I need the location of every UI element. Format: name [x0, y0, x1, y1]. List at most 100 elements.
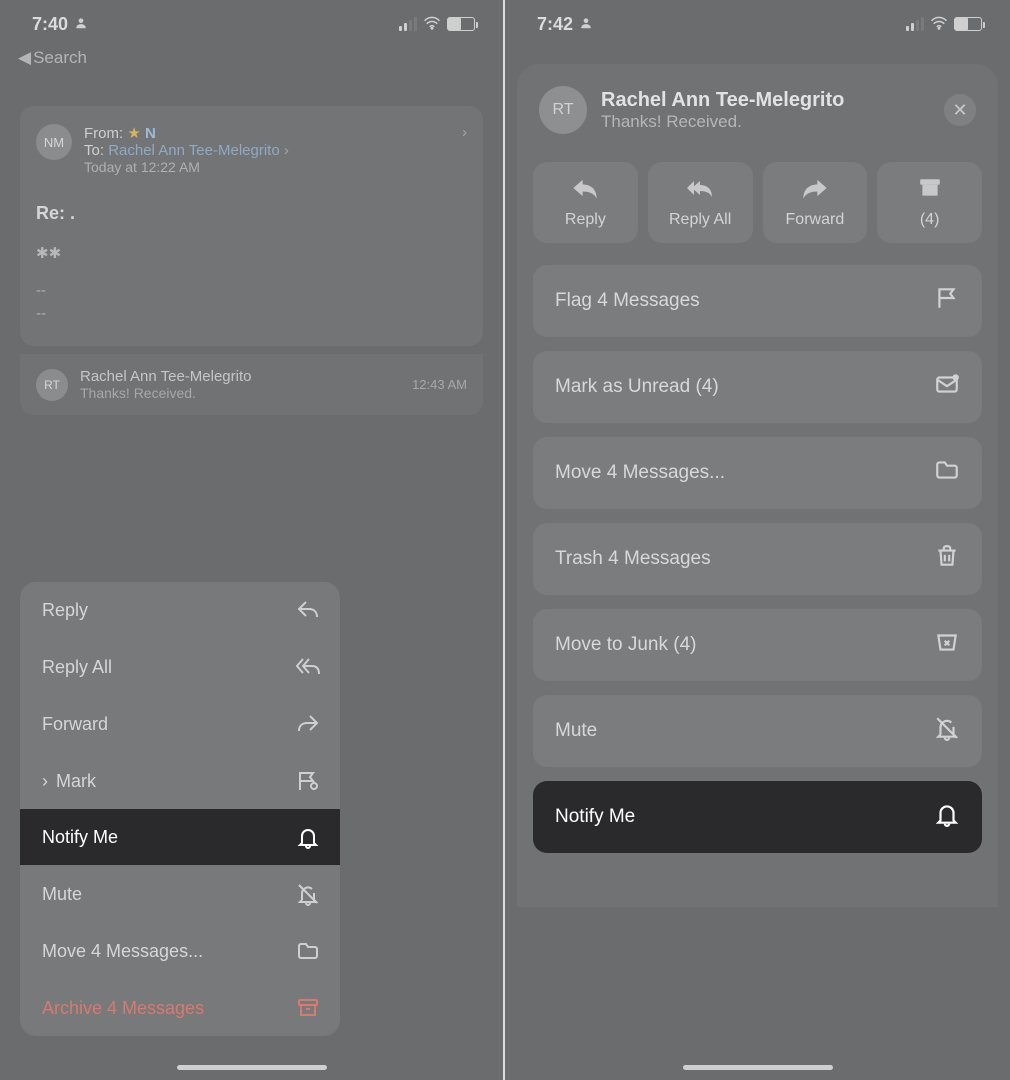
battery-icon	[447, 17, 475, 31]
thread-avatar: RT	[36, 369, 68, 401]
action-label: Reply	[565, 211, 606, 229]
reply-icon	[571, 176, 599, 205]
action-mute[interactable]: Mute	[533, 695, 982, 767]
forward-icon	[296, 712, 320, 736]
bell-off-icon	[934, 715, 960, 747]
thread-time: 12:43 AM	[412, 377, 467, 392]
right-screenshot: 7:42 RT Rachel Ann Tee-Melegrito Thanks!…	[505, 0, 1010, 1080]
contact-name: Rachel Ann Tee-Melegrito	[601, 89, 944, 112]
flag-icon	[296, 769, 320, 793]
junk-icon	[934, 629, 960, 661]
from-name: N	[145, 125, 156, 142]
action-label: Flag 4 Messages	[555, 290, 700, 312]
signal-icon	[906, 17, 924, 31]
action-label: Forward	[786, 211, 845, 229]
from-label: From:	[84, 125, 123, 142]
back-button[interactable]: ◀ Search	[0, 48, 503, 76]
wifi-icon	[423, 14, 441, 35]
to-label: To:	[84, 142, 104, 159]
home-indicator[interactable]	[177, 1065, 327, 1070]
action-label: Move 4 Messages...	[555, 462, 725, 484]
chevron-right-icon: ›	[284, 142, 289, 159]
bell-icon	[296, 825, 320, 849]
menu-label: Mute	[42, 884, 82, 905]
location-person-icon	[74, 14, 88, 35]
status-time: 7:40	[32, 14, 68, 35]
menu-reply-all[interactable]: Reply All	[20, 638, 340, 695]
battery-icon	[954, 17, 982, 31]
action-move-messages[interactable]: Move 4 Messages...	[533, 437, 982, 509]
menu-label: Forward	[42, 714, 108, 735]
action-mark-unread[interactable]: Mark as Unread (4)	[533, 351, 982, 423]
email-card[interactable]: NM From: ★ N To: Rachel Ann Tee-Melegrit…	[20, 106, 483, 346]
reply-all-icon	[296, 655, 320, 679]
menu-label: Notify Me	[42, 827, 118, 848]
menu-label: Mark	[56, 771, 96, 792]
bell-icon	[934, 801, 960, 833]
email-body-preview: --	[36, 282, 467, 299]
action-forward[interactable]: Forward	[763, 162, 868, 243]
action-archive[interactable]: (4)	[877, 162, 982, 243]
archive-icon	[296, 996, 320, 1020]
action-label: Trash 4 Messages	[555, 548, 711, 570]
close-icon: ✕	[952, 100, 967, 121]
archive-icon	[916, 176, 944, 205]
menu-archive-messages[interactable]: Archive 4 Messages	[20, 979, 340, 1036]
action-notify-me[interactable]: Notify Me	[533, 781, 982, 853]
signal-icon	[399, 17, 417, 31]
menu-reply[interactable]: Reply	[20, 582, 340, 638]
action-flag[interactable]: Flag 4 Messages	[533, 265, 982, 337]
action-label: (4)	[920, 211, 940, 229]
chevron-right-icon: ›	[462, 124, 467, 141]
reply-all-icon	[686, 176, 714, 205]
menu-notify-me[interactable]: Notify Me	[20, 809, 340, 865]
action-trash-messages[interactable]: Trash 4 Messages	[533, 523, 982, 595]
folder-icon	[296, 939, 320, 963]
sender-avatar: NM	[36, 124, 72, 160]
email-body-preview: --	[36, 305, 467, 322]
action-reply[interactable]: Reply	[533, 162, 638, 243]
thread-reply-item[interactable]: RT Rachel Ann Tee-Melegrito Thanks! Rece…	[20, 354, 483, 415]
forward-icon	[801, 176, 829, 205]
thread-snippet: Thanks! Received.	[80, 385, 412, 401]
menu-move-messages[interactable]: Move 4 Messages...	[20, 922, 340, 979]
menu-label: Reply All	[42, 657, 112, 678]
back-label: Search	[33, 48, 87, 68]
status-bar: 7:40	[0, 0, 503, 48]
email-body-preview: ✱✱	[36, 244, 467, 262]
location-person-icon	[579, 14, 593, 35]
action-label: Reply All	[669, 211, 731, 229]
context-menu: Reply Reply All Forward › Mark Notify Me…	[20, 582, 340, 1036]
status-time: 7:42	[537, 14, 573, 35]
left-screenshot: 7:40 ◀ Search NM From: ★ N To:	[0, 0, 505, 1080]
close-button[interactable]: ✕	[944, 94, 976, 126]
chevron-left-icon: ◀	[18, 48, 31, 68]
menu-forward[interactable]: Forward	[20, 695, 340, 752]
chevron-right-icon: ›	[42, 771, 48, 792]
folder-icon	[934, 457, 960, 489]
envelope-icon	[934, 371, 960, 403]
wifi-icon	[930, 14, 948, 35]
reply-icon	[296, 598, 320, 622]
action-reply-all[interactable]: Reply All	[648, 162, 753, 243]
status-bar: 7:42	[505, 0, 1010, 48]
menu-label: Archive 4 Messages	[42, 998, 204, 1019]
contact-avatar: RT	[539, 86, 587, 134]
action-move-to-junk[interactable]: Move to Junk (4)	[533, 609, 982, 681]
menu-mark[interactable]: › Mark	[20, 752, 340, 809]
home-indicator[interactable]	[683, 1065, 833, 1070]
email-subject: Re: .	[36, 203, 467, 224]
action-label: Move to Junk (4)	[555, 634, 697, 656]
contact-subtitle: Thanks! Received.	[601, 112, 944, 132]
thread-sender: Rachel Ann Tee-Melegrito	[80, 368, 412, 385]
bell-off-icon	[296, 882, 320, 906]
action-label: Mute	[555, 720, 597, 742]
menu-mute[interactable]: Mute	[20, 865, 340, 922]
trash-icon	[934, 543, 960, 575]
action-sheet: RT Rachel Ann Tee-Melegrito Thanks! Rece…	[517, 64, 998, 907]
action-label: Notify Me	[555, 806, 635, 828]
action-label: Mark as Unread (4)	[555, 376, 719, 398]
email-date: Today at 12:22 AM	[84, 159, 467, 175]
menu-label: Reply	[42, 600, 88, 621]
vip-star-icon: ★	[127, 125, 140, 142]
